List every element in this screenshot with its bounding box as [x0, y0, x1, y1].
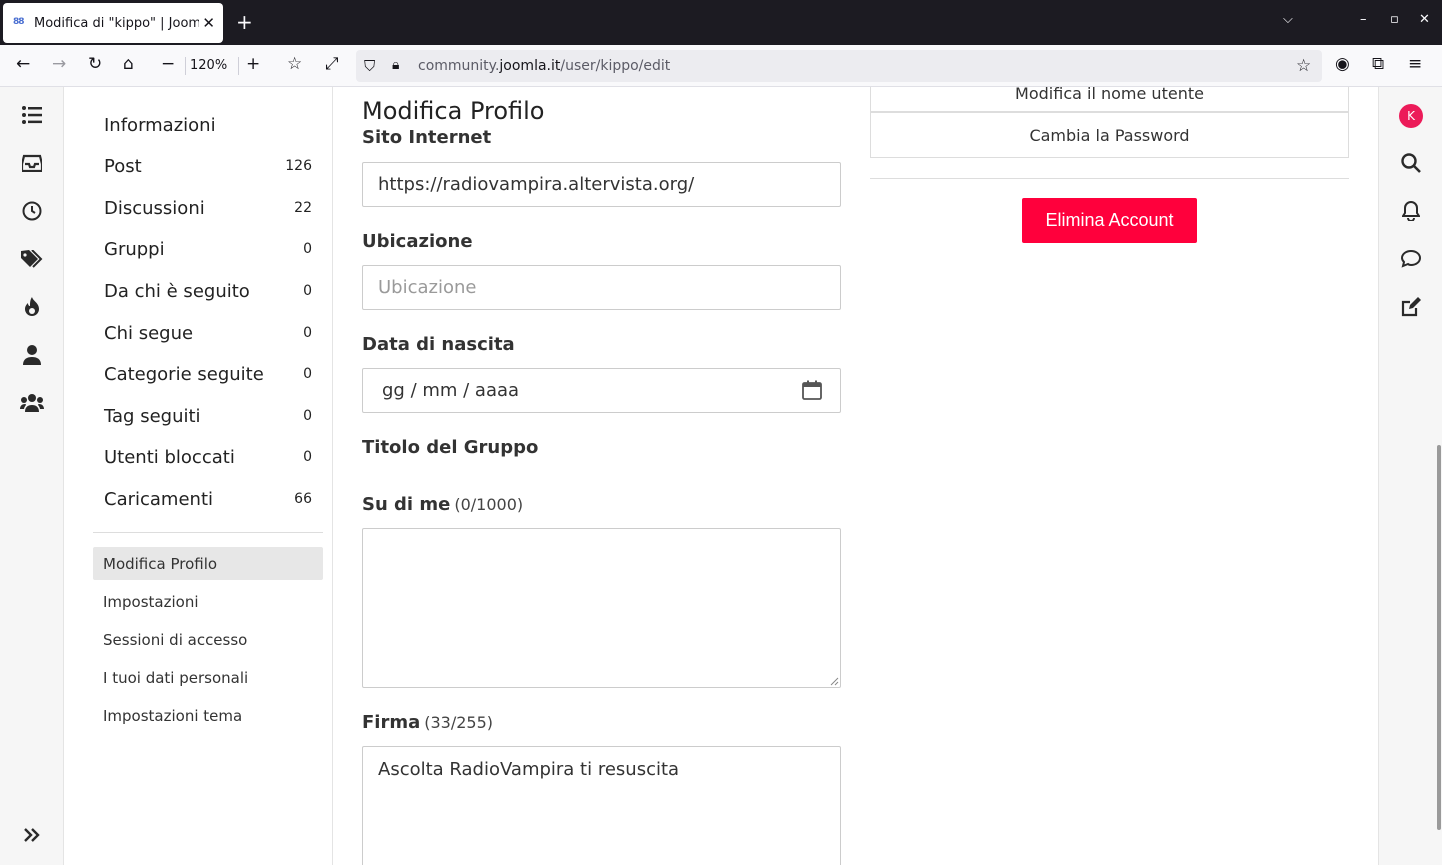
list-all-tabs-icon[interactable]: ⌵	[1283, 12, 1293, 27]
site-favicon-icon: 88	[13, 17, 25, 27]
profile-side-menu: Informazioni Post 126 Discussioni 22 Grupp…	[64, 87, 333, 865]
pocket-save-icon[interactable]: ☆	[287, 54, 302, 74]
account-icon[interactable]: ◉	[1335, 54, 1350, 74]
tab-title: Modifica di "kippo" | Joomla	[34, 15, 199, 31]
stat-gruppi[interactable]: Gruppi 0	[104, 234, 312, 264]
link-settings[interactable]: Impostazioni	[93, 585, 323, 618]
clock-icon[interactable]	[20, 199, 44, 223]
side-menu-heading[interactable]: Informazioni	[104, 115, 216, 136]
about-textarea[interactable]	[362, 528, 841, 688]
chat-icon[interactable]	[1399, 247, 1423, 271]
location-label: Ubicazione	[362, 231, 473, 252]
users-group-icon[interactable]	[20, 391, 44, 415]
stat-discussioni[interactable]: Discussioni 22	[104, 193, 312, 223]
extensions-icon[interactable]: ⧉	[1372, 54, 1384, 74]
close-tab-icon[interactable]: ✕	[202, 14, 215, 32]
birthdate-placeholder: gg / mm / aaaa	[382, 380, 520, 401]
expand-sidebar-icon[interactable]	[20, 823, 44, 847]
link-login-sessions[interactable]: Sessioni di accesso	[93, 623, 323, 656]
reload-icon[interactable]: ↻	[88, 54, 102, 74]
link-edit-profile[interactable]: Modifica Profilo	[93, 547, 323, 580]
stat-post[interactable]: Post 126	[104, 151, 312, 181]
list-icon[interactable]	[20, 103, 44, 127]
delete-account-button[interactable]: Elimina Account	[1022, 198, 1197, 243]
minimize-window-button[interactable]: –	[1360, 12, 1367, 27]
close-window-button[interactable]: ✕	[1419, 12, 1430, 27]
forward-icon[interactable]: →	[52, 54, 66, 74]
stat-following[interactable]: Chi segue 0	[104, 318, 312, 348]
browser-tab[interactable]: 88 Modifica di "kippo" | Joomla ✕	[3, 3, 223, 43]
avatar[interactable]: K	[1399, 104, 1423, 128]
search-icon[interactable]	[1399, 151, 1423, 175]
link-theme-settings[interactable]: Impostazioni tema	[93, 699, 323, 732]
lock-icon[interactable]: 🔒︎	[392, 57, 399, 73]
stat-followed-tags[interactable]: Tag seguiti 0	[104, 401, 312, 431]
signature-label: Firma (33/255)	[362, 712, 494, 733]
group-title-label: Titolo del Gruppo	[362, 437, 539, 458]
right-icon-rail: K	[1378, 87, 1442, 865]
maximize-window-button[interactable]: ▫	[1390, 12, 1399, 27]
resize-handle-icon[interactable]	[829, 676, 839, 686]
fullscreen-icon[interactable]: ⤢	[325, 54, 339, 74]
signature-textarea[interactable]: Ascolta RadioVampira ti resuscita	[362, 746, 841, 865]
location-input[interactable]: Ubicazione	[362, 265, 841, 310]
inbox-icon[interactable]	[20, 151, 44, 175]
browser-navbar: ← → ↻ ⌂ − 120% + ☆ ⤢ ⛉ 🔒︎ community.joom…	[0, 45, 1442, 87]
website-label: Sito Internet	[362, 127, 492, 148]
page-scrollbar[interactable]	[1437, 445, 1441, 830]
stat-blocked-users[interactable]: Utenti bloccati 0	[104, 442, 312, 472]
fire-icon[interactable]	[20, 295, 44, 319]
shield-icon[interactable]: ⛉	[364, 57, 375, 75]
browser-tabbar: 88 Modifica di "kippo" | Joomla ✕ + ⌵ – …	[0, 0, 1442, 45]
bookmark-star-icon[interactable]: ☆	[1296, 56, 1311, 76]
page-title: Modifica Profilo	[362, 97, 545, 125]
stat-followed-categories[interactable]: Categorie seguite 0	[104, 359, 312, 389]
about-counter: (0/1000)	[454, 495, 524, 514]
address-bar[interactable]: ⛉ 🔒︎ community.joomla.it/user/kippo/edit…	[356, 50, 1322, 82]
zoom-in-icon[interactable]: +	[246, 54, 260, 74]
website-input[interactable]: https://radiovampira.altervista.org/	[362, 162, 841, 207]
zoom-out-icon[interactable]: −	[161, 54, 175, 74]
calendar-icon[interactable]	[802, 380, 822, 405]
change-username-button[interactable]: Modifica il nome utente	[870, 87, 1349, 112]
main-content: Sito Internet Modifica Profilo https://r…	[333, 87, 1378, 865]
link-personal-data[interactable]: I tuoi dati personali	[93, 661, 323, 694]
url-text[interactable]: community.joomla.it/user/kippo/edit	[418, 58, 670, 74]
left-icon-rail	[0, 87, 64, 865]
user-icon[interactable]	[20, 343, 44, 367]
about-label: Su di me (0/1000)	[362, 494, 524, 515]
back-icon[interactable]: ←	[16, 54, 30, 74]
tags-icon[interactable]	[20, 247, 44, 271]
account-divider	[870, 178, 1349, 179]
new-tab-button[interactable]: +	[236, 10, 253, 34]
bell-icon[interactable]	[1399, 199, 1423, 223]
signature-counter: (33/255)	[424, 713, 494, 732]
change-password-button[interactable]: Cambia la Password	[870, 112, 1349, 158]
birthdate-input[interactable]: gg / mm / aaaa	[362, 368, 841, 413]
app-menu-icon[interactable]: ≡	[1408, 54, 1422, 74]
stat-uploads[interactable]: Caricamenti 66	[104, 484, 312, 514]
birthdate-label: Data di nascita	[362, 334, 515, 355]
compose-icon[interactable]	[1399, 295, 1423, 319]
stat-followers[interactable]: Da chi è seguito 0	[104, 276, 312, 306]
home-icon[interactable]: ⌂	[123, 54, 134, 74]
zoom-level[interactable]: 120%	[190, 58, 227, 73]
side-menu-divider	[93, 532, 323, 533]
